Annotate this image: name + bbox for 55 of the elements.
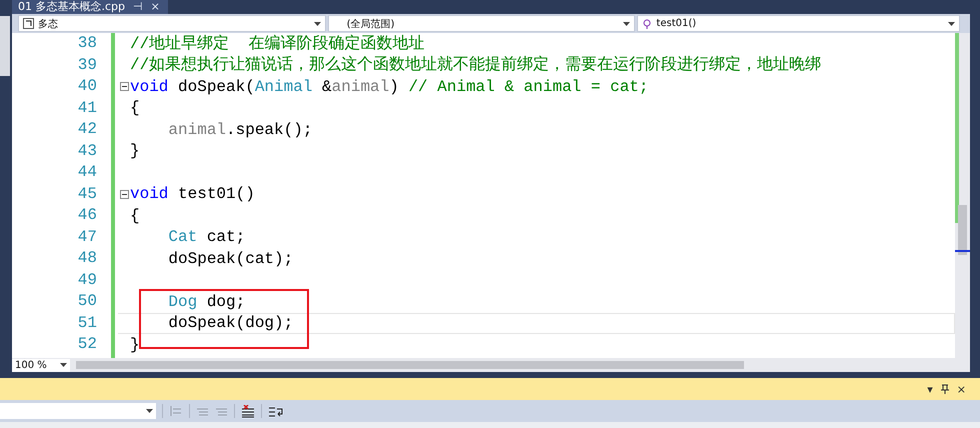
panel-menu-icon[interactable]: ▾ bbox=[927, 382, 933, 396]
dropdown-arrow-icon bbox=[948, 22, 955, 26]
code-line: void doSpeak(Animal &animal) // Animal & animal = cat; bbox=[130, 76, 648, 97]
code-line: //地址早绑定 在编译阶段确定函数地址 bbox=[130, 34, 424, 54]
dropdown-arrow-icon bbox=[314, 22, 321, 26]
line-number: 45 bbox=[78, 184, 97, 204]
line-number: 49 bbox=[78, 270, 97, 290]
code-line: //如果想执行让猫说话，那么这个函数地址就不能提前绑定，需要在运行阶段进行绑定，地址晚绑 bbox=[130, 55, 822, 76]
code-line: void test01() bbox=[130, 184, 255, 204]
code-line: { bbox=[130, 206, 140, 226]
line-number: 47 bbox=[78, 226, 97, 248]
line-number: 38 bbox=[78, 33, 97, 54]
line-number: 44 bbox=[78, 162, 97, 183]
zoom-dropdown[interactable]: 100 % bbox=[12, 358, 70, 372]
code-line: doSpeak(dog); bbox=[167, 313, 294, 334]
code-line: { bbox=[130, 98, 140, 118]
line-number: 50 bbox=[78, 291, 97, 312]
line-number: 51 bbox=[78, 312, 97, 334]
line-number: 48 bbox=[78, 248, 97, 269]
collapse-icon[interactable] bbox=[120, 82, 128, 92]
next-icon[interactable] bbox=[215, 406, 228, 416]
tab-title: 01 多态基本概念.cpp bbox=[18, 0, 126, 14]
line-number: 52 bbox=[78, 334, 97, 355]
vertical-scrollbar[interactable] bbox=[955, 33, 970, 358]
line-number: 40 bbox=[78, 76, 97, 97]
word-wrap-icon[interactable] bbox=[268, 404, 284, 418]
code-line: Cat cat; bbox=[167, 227, 246, 248]
collapse-icon[interactable] bbox=[120, 190, 128, 199]
class-icon bbox=[23, 18, 34, 29]
pin-icon[interactable] bbox=[940, 384, 949, 394]
close-icon[interactable]: × bbox=[150, 0, 160, 14]
code-line: doSpeak(cat); bbox=[167, 248, 294, 269]
navigation-dropdown[interactable]: test01() bbox=[637, 15, 960, 32]
code-line: Dog dog; bbox=[167, 292, 246, 312]
clear-all-icon[interactable] bbox=[241, 404, 255, 418]
line-number: 46 bbox=[78, 205, 97, 226]
line-number: 39 bbox=[78, 54, 97, 76]
output-source-field[interactable] bbox=[0, 403, 156, 419]
method-icon bbox=[642, 18, 652, 28]
dropdown-arrow-icon bbox=[623, 22, 630, 26]
line-number: 41 bbox=[78, 98, 97, 118]
line-number: 43 bbox=[78, 140, 97, 162]
close-icon[interactable]: × bbox=[956, 382, 966, 396]
code-line: animal.speak(); bbox=[167, 120, 312, 140]
pin-icon[interactable]: ⊣ bbox=[133, 0, 143, 14]
navigation-dropdown[interactable]: 多态 bbox=[18, 15, 326, 32]
navigation-dropdown[interactable]: (全局范围) bbox=[328, 15, 636, 32]
line-number: 42 bbox=[78, 119, 97, 140]
dropdown-arrow-icon bbox=[146, 409, 153, 413]
scroll-thumb[interactable] bbox=[76, 361, 744, 369]
code-line: } bbox=[130, 334, 140, 355]
dropdown-arrow-icon bbox=[60, 363, 67, 367]
file-tab[interactable]: 01 多态基本概念.cpp ⊣ × bbox=[12, 0, 168, 14]
previous-icon[interactable] bbox=[196, 406, 209, 416]
code-line: } bbox=[130, 141, 140, 162]
